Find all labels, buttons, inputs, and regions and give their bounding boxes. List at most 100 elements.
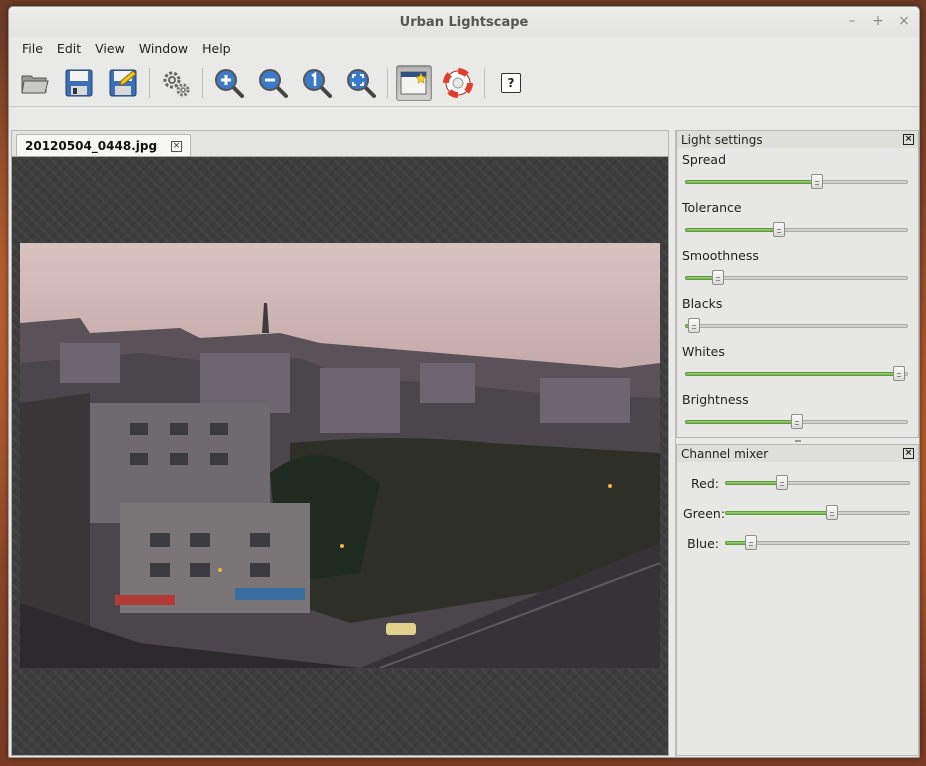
dock-area: Light settings × Spread Tolerance Smooth… (675, 130, 919, 757)
toolbar-separator (202, 67, 203, 98)
cityscape-photo (20, 243, 660, 668)
open-button[interactable] (17, 65, 53, 101)
brightness-slider[interactable] (685, 414, 908, 430)
channel-mixer-header[interactable]: Channel mixer × (677, 445, 918, 462)
open-folder-icon (21, 75, 49, 93)
slider-handle[interactable] (810, 174, 823, 189)
slider-handle[interactable] (744, 535, 757, 550)
app-window: Urban Lightscape – + × File Edit View Wi… (8, 6, 920, 758)
slider-handle[interactable] (772, 222, 785, 237)
smoothness-slider[interactable] (685, 270, 908, 286)
show-original-toggle[interactable] (396, 64, 432, 101)
document-tab-label: 20120504_0448.jpg (25, 139, 158, 153)
tolerance-slider[interactable] (685, 222, 908, 238)
document-tab[interactable]: 20120504_0448.jpg × (16, 134, 192, 157)
slider-handle[interactable] (826, 505, 839, 520)
brightness-label: Brightness (682, 392, 749, 407)
light-settings-panel: Light settings × Spread Tolerance Smooth… (676, 130, 919, 438)
save-as-icon (109, 69, 137, 96)
blacks-slider[interactable] (685, 318, 908, 334)
green-control: Green: (677, 498, 918, 528)
red-control: Red: (677, 468, 918, 498)
image-canvas[interactable] (11, 156, 669, 756)
brightness-control: Brightness (677, 388, 918, 436)
save-icon (65, 69, 93, 96)
slider-handle[interactable] (776, 475, 789, 490)
whites-label: Whites (682, 344, 725, 359)
blacks-label: Blacks (682, 296, 723, 311)
light-settings-title: Light settings (681, 132, 763, 147)
close-button[interactable]: × (897, 14, 911, 28)
close-panel-icon[interactable]: × (903, 448, 914, 459)
slider-fill (685, 420, 797, 424)
tolerance-label: Tolerance (682, 200, 742, 215)
settings-gears-icon (163, 71, 190, 96)
menu-file[interactable]: File (15, 41, 50, 56)
slider-track (685, 324, 908, 328)
save-as-button[interactable] (105, 65, 141, 101)
menu-edit[interactable]: Edit (50, 41, 88, 56)
smoothness-label: Smoothness (682, 248, 759, 263)
title-bar[interactable]: Urban Lightscape – + × (9, 7, 919, 37)
spread-label: Spread (682, 152, 727, 167)
zoom-out-icon (259, 68, 288, 98)
zoom-in-icon (215, 68, 244, 98)
zoom-in-button[interactable] (211, 65, 247, 101)
photo-preview (20, 243, 660, 668)
slider-handle[interactable] (712, 270, 725, 285)
slider-fill (725, 481, 783, 485)
smoothness-control: Smoothness (677, 244, 918, 292)
red-label: Red: (691, 475, 719, 491)
green-slider[interactable] (725, 505, 910, 521)
close-panel-icon[interactable]: × (903, 134, 914, 145)
help-contents-button[interactable] (440, 65, 476, 101)
spread-control: Spread (677, 148, 918, 196)
slider-fill (685, 180, 817, 184)
blue-slider[interactable] (725, 535, 910, 551)
zoom-original-button[interactable] (299, 65, 335, 101)
blacks-control: Blacks (677, 292, 918, 340)
toolbar: ? (9, 59, 919, 107)
window-controls: – + × (845, 14, 911, 28)
splitter-grip (794, 440, 801, 442)
close-tab-icon[interactable]: × (171, 140, 183, 152)
settings-button[interactable] (158, 65, 194, 101)
whites-control: Whites (677, 340, 918, 388)
slider-fill (725, 511, 833, 515)
channel-mixer-panel: Channel mixer × Red: Green: Blue: (676, 444, 919, 756)
toolbar-separator (484, 67, 485, 98)
zoom-out-button[interactable] (255, 65, 291, 101)
slider-handle[interactable] (790, 414, 803, 429)
menu-view[interactable]: View (88, 41, 132, 56)
channel-mixer-title: Channel mixer (681, 446, 769, 461)
green-label: Green: (683, 505, 726, 521)
save-button[interactable] (61, 65, 97, 101)
toolbar-separator (149, 67, 150, 98)
blue-control: Blue: (677, 528, 918, 558)
menu-window[interactable]: Window (132, 41, 195, 56)
slider-handle[interactable] (687, 318, 700, 333)
whites-slider[interactable] (685, 366, 908, 382)
maximize-button[interactable]: + (871, 14, 885, 28)
slider-fill (685, 372, 900, 376)
light-settings-header[interactable]: Light settings × (677, 131, 918, 148)
show-original-icon (400, 71, 427, 94)
question-mark-icon: ? (501, 72, 521, 93)
main-area: 20120504_0448.jpg × Light settings × Spr… (9, 108, 919, 757)
slider-fill (685, 228, 779, 232)
spread-slider[interactable] (685, 174, 908, 190)
tolerance-control: Tolerance (677, 196, 918, 244)
toolbar-separator (387, 67, 388, 98)
document-tabs: 20120504_0448.jpg × (11, 130, 669, 157)
menu-bar: File Edit View Window Help (9, 37, 919, 59)
slider-handle[interactable] (893, 366, 906, 381)
window-title: Urban Lightscape (399, 14, 529, 30)
whats-this-button[interactable]: ? (493, 65, 529, 101)
help-lifebuoy-icon (443, 67, 473, 98)
zoom-fit-button[interactable] (343, 65, 379, 101)
zoom-fit-icon (347, 68, 376, 98)
menu-help[interactable]: Help (195, 41, 238, 56)
red-slider[interactable] (725, 475, 910, 491)
minimize-button[interactable]: – (845, 14, 859, 28)
zoom-100-icon (303, 68, 332, 98)
